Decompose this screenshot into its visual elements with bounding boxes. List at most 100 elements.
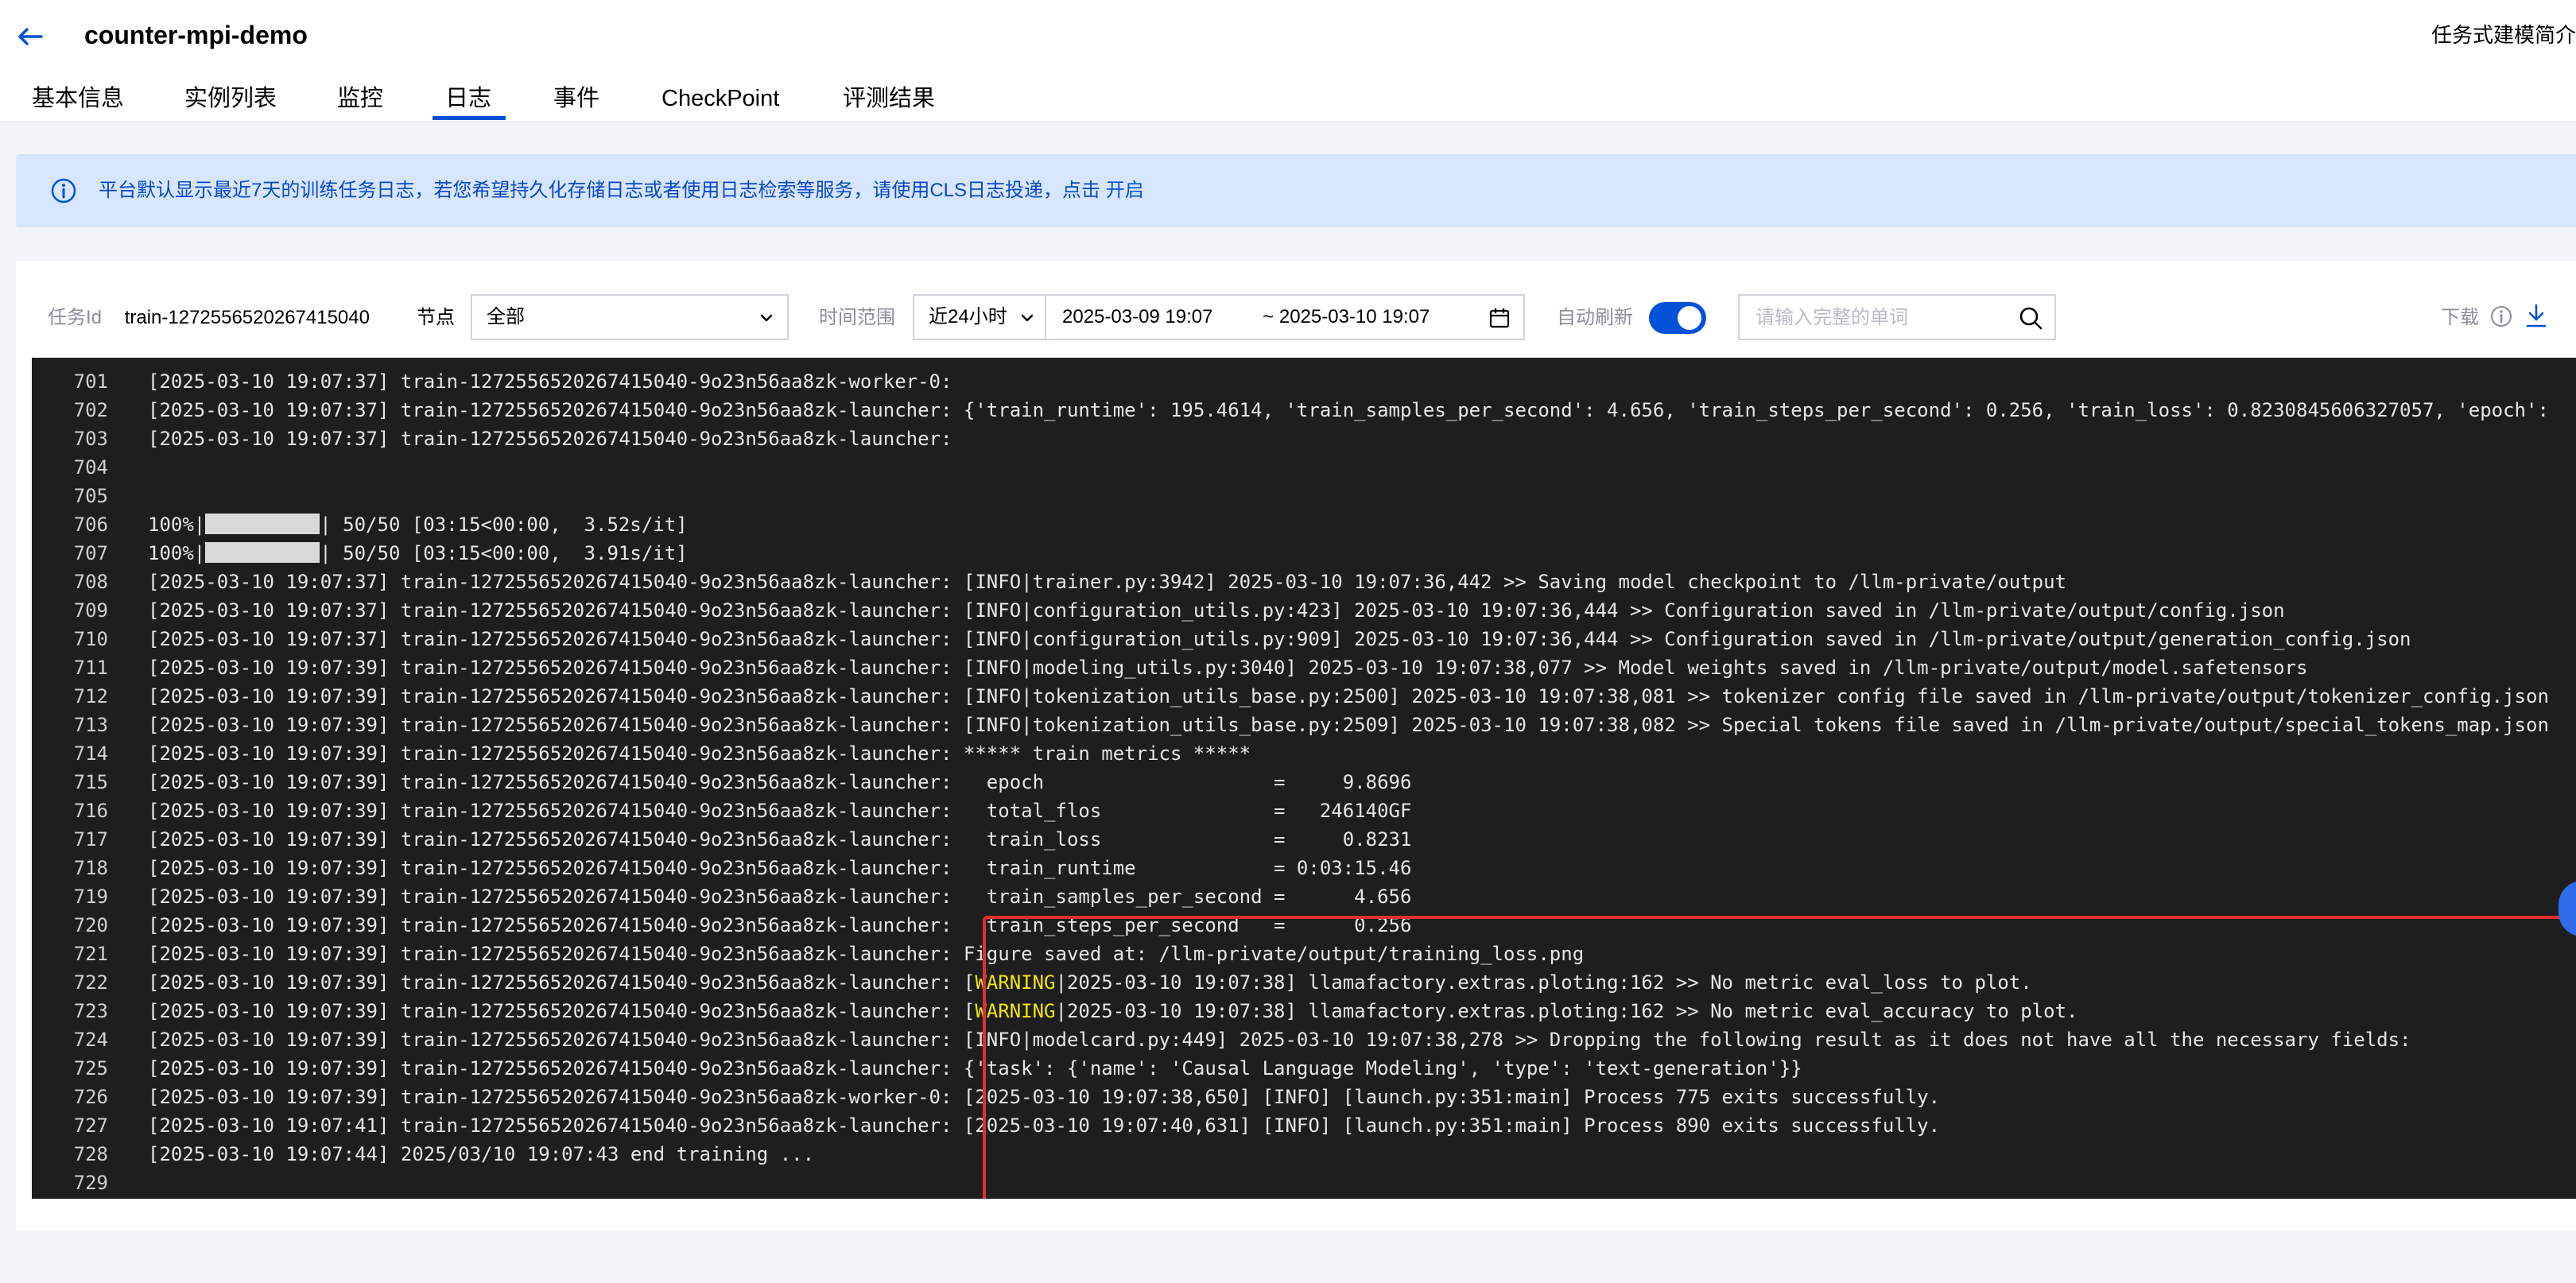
date-start: 2025-03-09 19:07 (1062, 306, 1213, 328)
line-number: 714 (73, 742, 108, 765)
back-arrow-icon[interactable] (13, 19, 48, 54)
line-number: 704 (73, 456, 108, 479)
log-text: [2025-03-10 19:07:39] train-127255652026… (148, 828, 1412, 851)
log-text: [2025-03-10 19:07:37] train-127255652026… (148, 571, 2067, 593)
time-range-label-text: 时间范围 (819, 307, 895, 328)
tab-logs[interactable]: 日志 (445, 78, 491, 119)
toggle-knob (1678, 306, 1701, 330)
log-search (1738, 294, 2056, 340)
tab-checkpoint[interactable]: CheckPoint (661, 78, 779, 119)
help-circle-icon[interactable] (2489, 304, 2513, 328)
line-number: 705 (73, 485, 108, 507)
auto-refresh-toggle[interactable] (1649, 302, 1706, 334)
log-text: [2025-03-10 19:07:39] train-127255652026… (148, 685, 2549, 707)
line-number: 717 (73, 828, 108, 851)
log-text: [2025-03-10 19:07:39] train-127255652026… (148, 971, 976, 994)
line-number: 709 (73, 599, 108, 622)
log-text: [2025-03-10 19:07:39] train-127255652026… (148, 771, 1412, 793)
warning-tag: WARNING (975, 971, 1056, 994)
notice-text: 平台默认显示最近7天的训练任务日志，若您希望持久化存储日志或者使用日志检索等服务… (99, 154, 1144, 227)
task-id-label: 任务Id (48, 307, 103, 328)
log-text: [2025-03-10 19:07:39] train-127255652026… (148, 943, 1585, 965)
line-number: 719 (73, 886, 108, 908)
time-range-label: 时间范围 (819, 294, 895, 342)
download-label: 下载 (2441, 307, 2479, 328)
line-number: 702 (73, 399, 108, 421)
notice-banner: 平台默认显示最近7天的训练任务日志，若您希望持久化存储日志或者使用日志检索等服务… (16, 154, 2576, 227)
time-preset-select[interactable]: 近24小时 (913, 294, 1046, 340)
tab-events[interactable]: 事件 (553, 78, 599, 119)
active-tab-indicator (433, 116, 506, 120)
chevron-down-icon (1021, 314, 1034, 322)
line-number: 722 (73, 971, 108, 994)
tab-monitor[interactable]: 监控 (337, 78, 383, 119)
line-number: 712 (73, 685, 108, 707)
log-text: [2025-03-10 19:07:39] train-127255652026… (148, 1029, 2411, 1051)
page-title: counter-mpi-demo (84, 21, 308, 49)
line-number: 726 (73, 1086, 108, 1108)
date-end: ~ 2025-03-10 19:07 (1263, 306, 1430, 328)
progress-text: | 50/50 [03:15<00:00, 3.91s/it] (320, 542, 688, 564)
log-console[interactable]: 701 [2025-03-10 19:07:37] train-127255652… (32, 358, 2576, 1199)
log-text: [2025-03-10 19:07:39] train-127255652026… (148, 1057, 1802, 1080)
node-label: 节点 (417, 307, 455, 328)
search-icon[interactable] (2018, 305, 2043, 331)
line-number: 721 (73, 943, 108, 965)
line-number: 708 (73, 571, 108, 593)
line-number: 707 (73, 542, 108, 564)
line-number: 716 (73, 800, 108, 822)
download-icon[interactable] (2524, 303, 2548, 328)
date-range-picker[interactable]: 2025-03-09 19:07 ~ 2025-03-10 19:07 (1045, 294, 1525, 340)
line-number: 724 (73, 1029, 108, 1051)
search-input[interactable] (1754, 296, 2012, 340)
tab-basic-info[interactable]: 基本信息 (32, 78, 124, 119)
line-number: 723 (73, 1000, 108, 1022)
progress-bar (205, 542, 320, 563)
line-number: 718 (73, 857, 108, 879)
node-select[interactable]: 全部 (471, 294, 789, 340)
line-number: 701 (73, 370, 108, 393)
log-text: [2025-03-10 19:07:37] train-127255652026… (148, 399, 2549, 421)
line-number: 713 (73, 714, 108, 736)
info-icon (51, 178, 76, 203)
chevron-down-icon (760, 314, 773, 322)
log-text: [2025-03-10 19:07:39] train-127255652026… (148, 742, 1251, 765)
line-number: 711 (73, 657, 108, 679)
auto-refresh-label-text: 自动刷新 (1557, 307, 1633, 328)
tab-instance-list[interactable]: 实例列表 (184, 78, 277, 119)
log-text: |2025-03-10 19:07:38] llamafactory.extra… (1055, 971, 2032, 994)
progress-bar (205, 514, 320, 534)
line-number: 715 (73, 771, 108, 793)
line-number: 727 (73, 1114, 108, 1137)
line-number: 728 (73, 1143, 108, 1165)
notice-enable-link[interactable]: 开启 (1106, 180, 1144, 201)
progress-percent: 100%| (148, 514, 206, 536)
tab-eval-results[interactable]: 评测结果 (843, 78, 935, 119)
log-text: [2025-03-10 19:07:39] train-127255652026… (148, 657, 2308, 679)
line-number: 720 (73, 914, 108, 936)
progress-percent: 100%| (148, 542, 206, 564)
top-bar: counter-mpi-demo 任务式建模简介 基本信息 实例列表 监控 日志… (0, 0, 2576, 122)
task-id-filter: 任务Id train-1272556520267415040 (48, 294, 370, 342)
line-number: 725 (73, 1057, 108, 1080)
log-text: [2025-03-10 19:07:39] train-127255652026… (148, 1086, 1941, 1108)
calendar-icon (1489, 308, 1510, 328)
log-text: [2025-03-10 19:07:41] train-127255652026… (148, 1114, 1941, 1137)
log-text: [2025-03-10 19:07:37] train-127255652026… (148, 370, 952, 393)
log-text: [2025-03-10 19:07:37] train-127255652026… (148, 628, 2411, 650)
auto-refresh-label: 自动刷新 (1557, 294, 1633, 342)
download-area: 下载 (2441, 294, 2548, 342)
notice-message: 平台默认显示最近7天的训练任务日志，若您希望持久化存储日志或者使用日志检索等服务… (99, 180, 1101, 201)
line-number: 729 (73, 1172, 108, 1194)
log-text: [2025-03-10 19:07:39] train-127255652026… (148, 857, 1412, 879)
log-text: [2025-03-10 19:07:39] train-127255652026… (148, 886, 1412, 908)
line-number: 706 (73, 514, 108, 536)
line-number: 710 (73, 628, 108, 650)
intro-link[interactable]: 任务式建模简介 (2431, 19, 2576, 51)
node-select-value: 全部 (487, 306, 525, 328)
log-text: [2025-03-10 19:07:44] 2025/03/10 19:07:4… (148, 1143, 815, 1165)
progress-text: | 50/50 [03:15<00:00, 3.52s/it] (320, 514, 688, 536)
log-text: [2025-03-10 19:07:39] train-127255652026… (148, 800, 1412, 822)
log-text: [2025-03-10 19:07:37] train-127255652026… (148, 428, 952, 450)
log-text: [2025-03-10 19:07:37] train-127255652026… (148, 599, 2285, 622)
